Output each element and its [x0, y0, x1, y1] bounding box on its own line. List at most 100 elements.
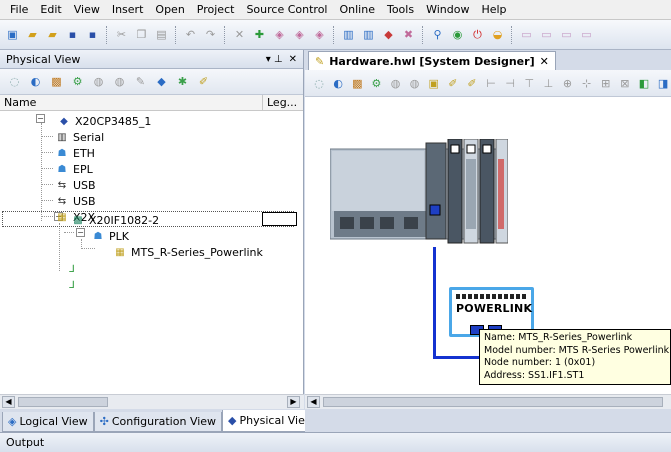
zoom-icon[interactable]: ◧: [636, 75, 652, 92]
align-left-icon[interactable]: ⊢: [483, 75, 499, 92]
fit-icon[interactable]: ◨: [655, 75, 671, 92]
tree-node-slot[interactable]: ⅃: [64, 277, 83, 293]
io-mapping-icon[interactable]: ◍: [90, 73, 107, 90]
paste-icon[interactable]: ▤: [153, 26, 170, 43]
build-icon[interactable]: ✚: [251, 26, 268, 43]
menu-edit[interactable]: Edit: [34, 0, 67, 20]
scroll-thumb[interactable]: [323, 397, 663, 407]
properties-icon[interactable]: ▩: [48, 73, 65, 90]
menu-project[interactable]: Project: [191, 0, 241, 20]
add-module-icon[interactable]: ◐: [330, 75, 346, 92]
tree-node-interface-module[interactable]: ▩ X20IF1082-2: [70, 212, 159, 228]
watch-icon[interactable]: ▭: [538, 26, 555, 43]
collapse-toggle[interactable]: −: [76, 228, 85, 237]
tree-node-plk[interactable]: ☗ PLK: [90, 228, 129, 244]
column-legend[interactable]: Leg...: [263, 95, 303, 110]
canvas-horizontal-scrollbar[interactable]: ◀: [305, 394, 671, 409]
search-icon[interactable]: ⚲: [429, 26, 446, 43]
new-project-icon[interactable]: ▣: [4, 26, 21, 43]
menu-online[interactable]: Online: [333, 0, 380, 20]
pin-icon[interactable]: ▾ ⊥: [266, 54, 283, 65]
warning-icon[interactable]: ◒: [489, 26, 506, 43]
distribute-icon[interactable]: ⊹: [579, 75, 595, 92]
tree-node-slot[interactable]: ⅃: [64, 261, 83, 277]
tab-configuration-view[interactable]: ✣ Configuration View: [93, 412, 223, 432]
menu-file[interactable]: File: [4, 0, 34, 20]
trace-icon[interactable]: ▭: [558, 26, 575, 43]
grid-icon[interactable]: ⊠: [617, 75, 633, 92]
window-tile-icon[interactable]: ▥: [360, 26, 377, 43]
collapse-toggle[interactable]: −: [36, 114, 45, 123]
tree-node-epl[interactable]: ☗ EPL: [54, 161, 93, 177]
settings-icon[interactable]: ◆: [380, 26, 397, 43]
copy-icon[interactable]: ❐: [133, 26, 150, 43]
tree-node-usb[interactable]: ⇆ USB: [54, 177, 96, 193]
hardware-canvas[interactable]: POWERLINK Name: MTS_R-Series_Powerlink M…: [305, 97, 671, 415]
menu-help[interactable]: Help: [475, 0, 512, 20]
online-icon[interactable]: ◉: [449, 26, 466, 43]
refresh-icon[interactable]: ◌: [6, 73, 23, 90]
logger-icon[interactable]: ▭: [578, 26, 595, 43]
output-panel-title[interactable]: Output: [0, 432, 671, 452]
close-icon[interactable]: ✕: [540, 55, 549, 68]
wrench-icon[interactable]: ✐: [445, 75, 461, 92]
tree-node-usb[interactable]: ⇆ USB: [54, 193, 96, 209]
align-bottom-icon[interactable]: ⊥: [540, 75, 556, 92]
align-center-icon[interactable]: ⊕: [559, 75, 575, 92]
tree-node-serial[interactable]: ▥ Serial: [54, 129, 104, 145]
channel-icon[interactable]: ◍: [111, 73, 128, 90]
network-icon[interactable]: ✱: [174, 73, 191, 90]
column-name[interactable]: Name: [0, 95, 263, 110]
tree-node-eth[interactable]: ☗ ETH: [54, 145, 95, 161]
menu-insert[interactable]: Insert: [106, 0, 150, 20]
tree-node-cpu[interactable]: ◆ X20CP3485_1: [56, 113, 151, 129]
refresh-icon[interactable]: ◌: [311, 75, 327, 92]
rebuild-icon[interactable]: ◈: [271, 26, 288, 43]
align-top-icon[interactable]: ⊤: [521, 75, 537, 92]
save-icon[interactable]: ▪: [64, 26, 81, 43]
scroll-right-icon[interactable]: ▶: [287, 396, 300, 408]
compare-icon[interactable]: ◈: [311, 26, 328, 43]
cut-icon[interactable]: ✂: [113, 26, 130, 43]
wrench-icon[interactable]: ✐: [195, 73, 212, 90]
undo-icon[interactable]: ↶: [182, 26, 199, 43]
plc-rack[interactable]: [330, 139, 508, 249]
delete-icon[interactable]: ✕: [231, 26, 248, 43]
transfer-icon[interactable]: ◈: [291, 26, 308, 43]
tree-horizontal-scrollbar[interactable]: ◀ ▶: [0, 394, 304, 409]
menu-open[interactable]: Open: [149, 0, 190, 20]
lock-icon[interactable]: ▣: [426, 75, 442, 92]
configuration-icon[interactable]: ⚙: [69, 73, 86, 90]
channel-icon[interactable]: ◍: [407, 75, 423, 92]
monitor-icon[interactable]: ▭: [518, 26, 535, 43]
scroll-thumb[interactable]: [18, 397, 108, 407]
properties-icon[interactable]: ▩: [349, 75, 365, 92]
tree-line: [41, 152, 53, 153]
window-icon[interactable]: ▥: [340, 26, 357, 43]
cpu-icon[interactable]: ◆: [153, 73, 170, 90]
menu-view[interactable]: View: [68, 0, 106, 20]
power-icon[interactable]: ⏻: [469, 26, 486, 43]
add-module-icon[interactable]: ◐: [27, 73, 44, 90]
close-icon[interactable]: ✕: [289, 54, 297, 65]
scroll-left-icon[interactable]: ◀: [2, 396, 15, 408]
redo-icon[interactable]: ↷: [202, 26, 219, 43]
resize-icon[interactable]: ⊞: [598, 75, 614, 92]
io-mapping-icon[interactable]: ◍: [387, 75, 403, 92]
menu-source-control[interactable]: Source Control: [240, 0, 333, 20]
configuration-icon[interactable]: ⚙: [368, 75, 384, 92]
remove-icon[interactable]: ✖: [400, 26, 417, 43]
system-designer-icon[interactable]: ✎: [132, 73, 149, 90]
tools-icon[interactable]: ✐: [464, 75, 480, 92]
tab-hardware-hwl[interactable]: ✎ Hardware.hwl [System Designer] ✕: [308, 51, 556, 70]
scroll-left-icon[interactable]: ◀: [307, 396, 320, 408]
physical-view-titlebar: Physical View ▾ ⊥ ✕: [0, 50, 303, 69]
menu-tools[interactable]: Tools: [381, 0, 420, 20]
open-project-icon[interactable]: ▰: [24, 26, 41, 43]
menu-window[interactable]: Window: [420, 0, 475, 20]
open-file-icon[interactable]: ▰: [44, 26, 61, 43]
align-right-icon[interactable]: ⊣: [502, 75, 518, 92]
tree-node-device[interactable]: ▦ MTS_R-Series_Powerlink: [112, 244, 263, 260]
tab-logical-view[interactable]: ◈ Logical View: [2, 412, 94, 432]
save-all-icon[interactable]: ▪: [84, 26, 101, 43]
